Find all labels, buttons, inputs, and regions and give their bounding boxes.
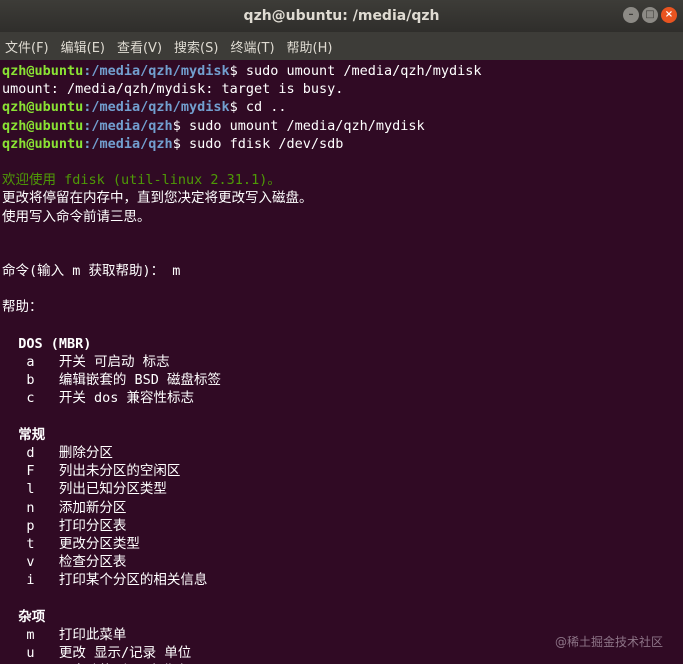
output-line: t 更改分区类型	[2, 535, 681, 553]
output-text: F 列出未分区的空闲区	[2, 463, 181, 480]
output-line: 更改将停留在内存中，直到您决定将更改写入磁盘。	[2, 189, 681, 207]
output-line: d 删除分区	[2, 444, 681, 462]
output-line: 欢迎使用 fdisk (util-linux 2.31.1)。	[2, 171, 681, 189]
output-text: n 添加新分区	[2, 499, 127, 516]
prompt-user: qzh@ubuntu	[2, 63, 84, 79]
output-text: 常规	[2, 426, 46, 443]
output-text: m 打印此菜单	[2, 626, 127, 643]
output-text: a 开关 可启动 标志	[2, 354, 170, 370]
menu-help[interactable]: 帮助(H)	[287, 37, 333, 56]
output-text: c 开关 dos 兼容性标志	[2, 390, 195, 407]
prompt-line: qzh@ubuntu:/media/qzh/mydisk$ cd ..	[2, 98, 681, 116]
output-text: b 编辑嵌套的 BSD 磁盘标签	[2, 372, 222, 389]
output-line: 常规	[2, 426, 681, 444]
output-text: 使用写入命令前请三思。	[2, 208, 151, 225]
output-line: umount: /media/qzh/mydisk: target is bus…	[2, 80, 681, 98]
output-text: t 更改分区类型	[2, 535, 140, 552]
output-text: umount: /media/qzh/mydisk: target is bus…	[2, 81, 344, 98]
maximize-button[interactable]: □	[642, 7, 658, 23]
output-text: 命令(输入 m 获取帮助)： m	[2, 263, 181, 280]
output-text: v 检查分区表	[2, 554, 127, 571]
prompt-user: qzh@ubuntu	[2, 135, 84, 152]
output-line: n 添加新分区	[2, 499, 681, 517]
menu-bar: 文件(F) 编辑(E) 查看(V) 搜索(S) 终端(T) 帮助(H)	[0, 32, 683, 60]
command-text: $ sudo umount /media/qzh/mydisk	[172, 117, 425, 134]
output-line: c 开关 dos 兼容性标志	[2, 389, 681, 407]
output-text: p 打印分区表	[2, 517, 127, 534]
output-line: v 检查分区表	[2, 553, 681, 571]
output-line: b 编辑嵌套的 BSD 磁盘标签	[2, 371, 681, 389]
terminal-output[interactable]: qzh@ubuntu:/media/qzh/mydisk$ sudo umoun…	[0, 60, 683, 664]
window-controls: – □ ×	[623, 7, 677, 23]
prompt-user: qzh@ubuntu	[2, 99, 84, 116]
output-line: a 开关 可启动 标志	[2, 353, 681, 371]
command-text: $ cd ..	[229, 99, 287, 116]
watermark: @稀土掘金技术社区	[554, 635, 663, 649]
prompt-line: qzh@ubuntu:/media/qzh/mydisk$ sudo umoun…	[2, 62, 681, 80]
output-text: l 列出已知分区类型	[2, 481, 167, 498]
output-text: 杂项	[2, 608, 46, 625]
menu-view[interactable]: 查看(V)	[117, 37, 162, 56]
prompt-path: :/media/qzh/mydisk	[83, 63, 230, 79]
output-line: 使用写入命令前请三思。	[2, 208, 681, 226]
output-text: u 更改 显示/记录 单位	[2, 645, 192, 661]
command-text: $ sudo fdisk /dev/sdb	[172, 135, 344, 152]
prompt-path: :/media/qzh	[83, 117, 173, 134]
minimize-button[interactable]: –	[623, 7, 639, 23]
window-title: qzh@ubuntu: /media/qzh	[243, 8, 440, 24]
output-text: d 删除分区	[2, 444, 113, 461]
output-text: 欢迎使用 fdisk (util-linux 2.31.1)。	[2, 172, 281, 189]
prompt-user: qzh@ubuntu	[2, 117, 84, 134]
output-text: 帮助：	[2, 299, 43, 316]
menu-search[interactable]: 搜索(S)	[174, 37, 218, 56]
close-button[interactable]: ×	[661, 7, 677, 23]
command-text: $ sudo umount /media/qzh/mydisk	[229, 63, 482, 79]
output-line: 杂项	[2, 608, 681, 626]
output-line: l 列出已知分区类型	[2, 480, 681, 498]
output-line: i 打印某个分区的相关信息	[2, 571, 681, 589]
prompt-path: :/media/qzh	[83, 135, 173, 152]
prompt-line: qzh@ubuntu:/media/qzh$ sudo umount /medi…	[2, 117, 681, 135]
output-text: 更改将停留在内存中，直到您决定将更改写入磁盘。	[2, 190, 313, 207]
prompt-line: qzh@ubuntu:/media/qzh$ sudo fdisk /dev/s…	[2, 135, 681, 153]
menu-edit[interactable]: 编辑(E)	[61, 37, 105, 56]
menu-file[interactable]: 文件(F)	[5, 37, 49, 56]
prompt-path: :/media/qzh/mydisk	[83, 99, 230, 116]
output-line: 帮助：	[2, 298, 681, 316]
output-line: DOS (MBR)	[2, 335, 681, 353]
output-line: 命令(输入 m 获取帮助)： m	[2, 262, 681, 280]
output-text: DOS (MBR)	[2, 335, 92, 352]
menu-terminal[interactable]: 终端(T)	[230, 37, 274, 56]
output-text: i 打印某个分区的相关信息	[2, 572, 208, 589]
output-line: p 打印分区表	[2, 517, 681, 535]
terminal-window: qzh@ubuntu: /media/qzh – □ × 文件(F) 编辑(E)…	[0, 0, 683, 664]
title-bar[interactable]: qzh@ubuntu: /media/qzh – □ ×	[0, 0, 683, 32]
output-line: F 列出未分区的空闲区	[2, 462, 681, 480]
